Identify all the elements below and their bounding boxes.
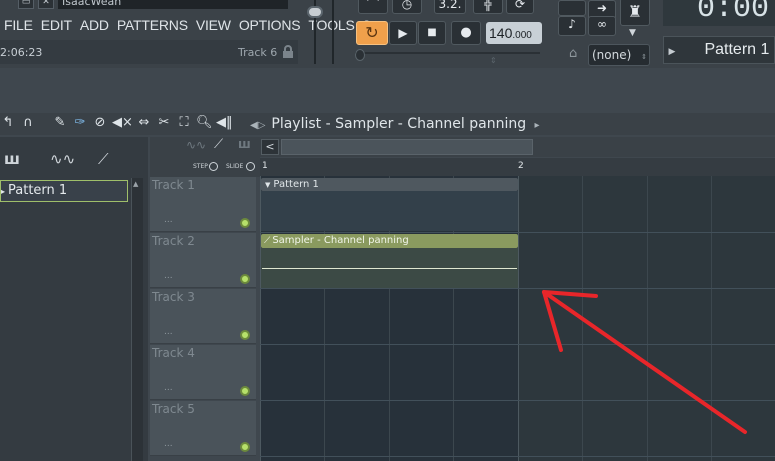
red-arrow-icon bbox=[542, 290, 747, 434]
annotation-arrow bbox=[542, 290, 747, 434]
